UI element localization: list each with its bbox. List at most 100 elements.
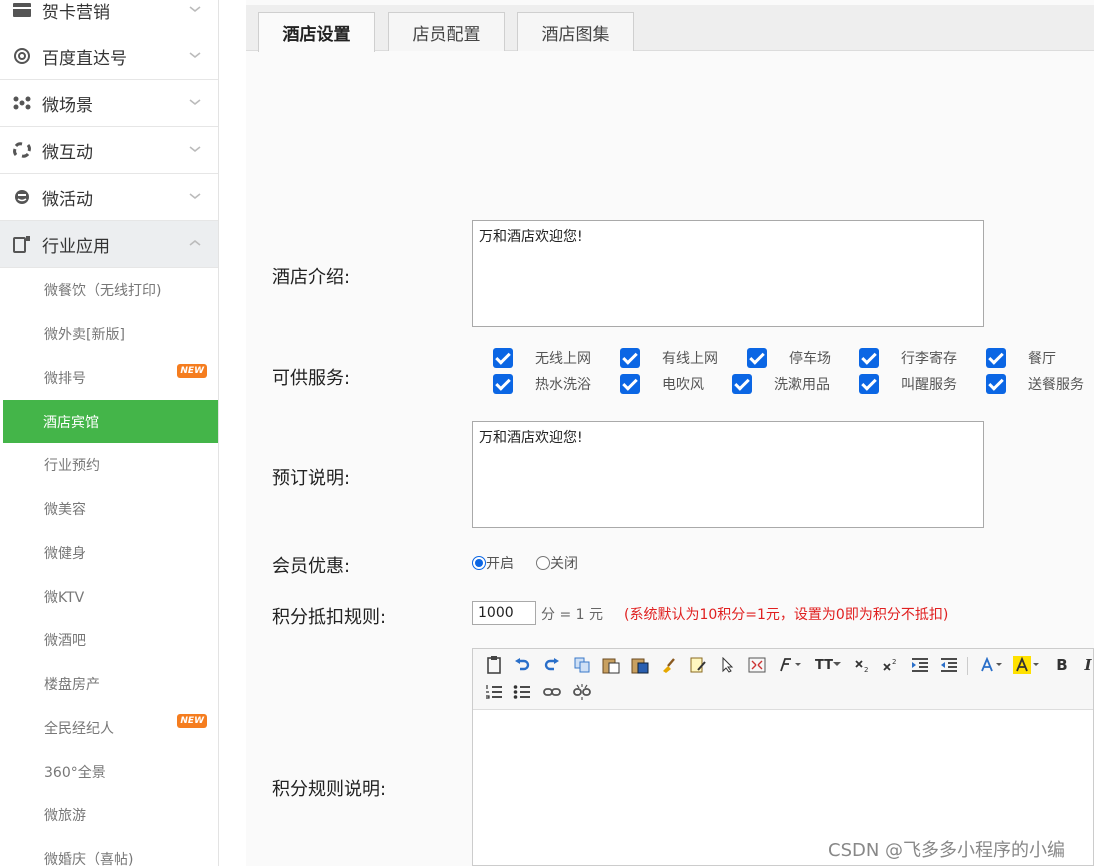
link-icon[interactable] (541, 681, 563, 703)
points-unit: 分 = 1 元 (541, 607, 603, 623)
sidebar-item-ktv[interactable]: 微KTV (0, 575, 218, 618)
checkbox-checked[interactable] (986, 348, 1006, 368)
checkbox-checked[interactable] (859, 374, 879, 394)
service-checkbox-hairdryer[interactable]: 电吹风 (620, 374, 704, 394)
booking-textarea[interactable]: 万和酒店欢迎您! (472, 421, 984, 528)
font-family-icon[interactable] (777, 654, 803, 676)
sidebar-item-panorama[interactable]: 360°全景 (0, 750, 218, 793)
sidebar-cat-industry[interactable]: 行业应用 (0, 221, 218, 268)
unordered-list-icon[interactable] (511, 681, 533, 703)
service-checkbox-parking[interactable]: 停车场 (747, 348, 831, 368)
service-label: 热水洗浴 (535, 377, 591, 393)
sidebar-cat-baidu[interactable]: 百度直达号 (0, 33, 218, 80)
sidebar-item-label: 微婚庆（喜帖) (44, 851, 134, 866)
checkbox-checked[interactable] (620, 348, 640, 368)
checkbox-checked[interactable] (620, 374, 640, 394)
sidebar-cat-label: 百度直达号 (42, 48, 127, 69)
bold-icon[interactable]: B (1051, 654, 1073, 676)
sidebar-item-travel[interactable]: 微旅游 (0, 793, 218, 836)
tab-hotel-settings[interactable]: 酒店设置 (258, 12, 375, 52)
member-radio-on[interactable]: 开启 (472, 553, 514, 573)
checkbox-checked[interactable] (493, 348, 513, 368)
paste-icon[interactable] (600, 654, 622, 676)
cursor-icon[interactable] (717, 654, 739, 676)
service-checkbox-restaurant[interactable]: 餐厅 (986, 348, 1056, 368)
sidebar-item-hotel[interactable]: 酒店宾馆 (3, 400, 218, 443)
checkbox-checked[interactable] (986, 374, 1006, 394)
checkbox-checked[interactable] (859, 348, 879, 368)
font-size-icon[interactable]: TT (813, 654, 843, 676)
rules-label: 积分规则说明: (272, 779, 387, 800)
sidebar-item-label: 微酒吧 (44, 632, 86, 649)
service-label: 电吹风 (662, 377, 704, 393)
sidebar-item-bar[interactable]: 微酒吧 (0, 618, 218, 661)
sidebar-item-label: 微排号 (44, 370, 86, 387)
sidebar-cat-label: 贺卡营销 (42, 2, 110, 23)
unlink-icon[interactable] (571, 681, 593, 703)
sidebar-cat-scene[interactable]: 微场景 (0, 80, 218, 127)
editor-toolbar: TT 2 2 B I (473, 649, 1093, 710)
points-input[interactable]: 1000 (472, 601, 536, 625)
highlight-color-icon[interactable] (1013, 654, 1041, 676)
subscript-icon[interactable]: 2 (851, 654, 873, 676)
undo-icon[interactable] (511, 654, 533, 676)
clear-format-icon[interactable] (658, 654, 680, 676)
sidebar-cat-activity[interactable]: 微活动 (0, 174, 218, 221)
superscript-icon[interactable]: 2 (879, 654, 901, 676)
service-label: 停车场 (789, 351, 831, 367)
sidebar-cat-interact[interactable]: 微互动 (0, 127, 218, 174)
tab-staff-config[interactable]: 店员配置 (388, 12, 505, 51)
radio-unselected[interactable] (536, 556, 550, 570)
sidebar: 贺卡营销 百度直达号 微场景 微互动 微活动 行业应用 微餐饮（无线打印) 微外… (0, 0, 219, 866)
sidebar-cat-greeting-card[interactable]: 贺卡营销 (0, 0, 218, 34)
checkbox-checked[interactable] (732, 374, 752, 394)
sidebar-item-fitness[interactable]: 微健身 (0, 531, 218, 574)
outdent-icon[interactable] (938, 654, 960, 676)
chevron-down-icon (189, 99, 201, 106)
sidebar-item-label: 微外卖[新版] (44, 326, 125, 343)
paste-word-icon[interactable] (629, 654, 651, 676)
service-checkbox-roomservice[interactable]: 送餐服务 (986, 374, 1084, 394)
source-icon[interactable] (483, 654, 505, 676)
copy-icon[interactable] (571, 654, 593, 676)
sidebar-item-wedding[interactable]: 微婚庆（喜帖) (0, 837, 218, 866)
sidebar-cat-label: 微场景 (42, 95, 93, 116)
service-checkbox-luggage[interactable]: 行李寄存 (859, 348, 957, 368)
fullscreen-icon[interactable] (746, 654, 768, 676)
service-checkbox-wifi[interactable]: 无线上网 (493, 348, 591, 368)
sidebar-item-realestate[interactable]: 楼盘房产 (0, 662, 218, 705)
service-checkbox-hotwater[interactable]: 热水洗浴 (493, 374, 591, 394)
chevron-down-icon (189, 146, 201, 153)
checkbox-checked[interactable] (747, 348, 767, 368)
intro-textarea[interactable]: 万和酒店欢迎您! (472, 220, 984, 327)
checkbox-checked[interactable] (493, 374, 513, 394)
service-label: 餐厅 (1028, 351, 1056, 367)
italic-icon[interactable]: I (1077, 654, 1094, 676)
tab-label: 酒店设置 (282, 25, 351, 45)
font-color-icon[interactable] (979, 654, 1005, 676)
tab-hotel-gallery[interactable]: 酒店图集 (517, 12, 634, 51)
redo-icon[interactable] (541, 654, 563, 676)
service-checkbox-toiletries[interactable]: 洗漱用品 (732, 374, 830, 394)
ordered-list-icon[interactable] (483, 681, 505, 703)
chevron-down-icon (189, 52, 201, 59)
sidebar-item-booking[interactable]: 行业预约 (0, 443, 218, 486)
chevron-down-icon (189, 193, 201, 200)
sidebar-item-broker[interactable]: 全民经纪人 NEW (0, 706, 218, 749)
service-checkbox-wired[interactable]: 有线上网 (620, 348, 718, 368)
sidebar-item-queue[interactable]: 微排号 NEW (0, 356, 218, 399)
sidebar-item-label: 微健身 (44, 545, 86, 562)
member-radio-off[interactable]: 关闭 (536, 553, 578, 573)
sidebar-item-takeout[interactable]: 微外卖[新版] (0, 312, 218, 355)
service-checkbox-wakeup[interactable]: 叫醒服务 (859, 374, 957, 394)
format-painter-icon[interactable] (687, 654, 709, 676)
face-icon (11, 186, 33, 208)
radio-selected[interactable] (472, 556, 486, 570)
chevron-down-icon (189, 6, 201, 13)
service-label: 有线上网 (662, 351, 718, 367)
sidebar-item-catering[interactable]: 微餐饮（无线打印) (0, 268, 218, 311)
member-label: 会员优惠: (272, 556, 351, 577)
new-badge: NEW (177, 714, 207, 728)
indent-icon[interactable] (909, 654, 931, 676)
sidebar-item-beauty[interactable]: 微美容 (0, 487, 218, 530)
